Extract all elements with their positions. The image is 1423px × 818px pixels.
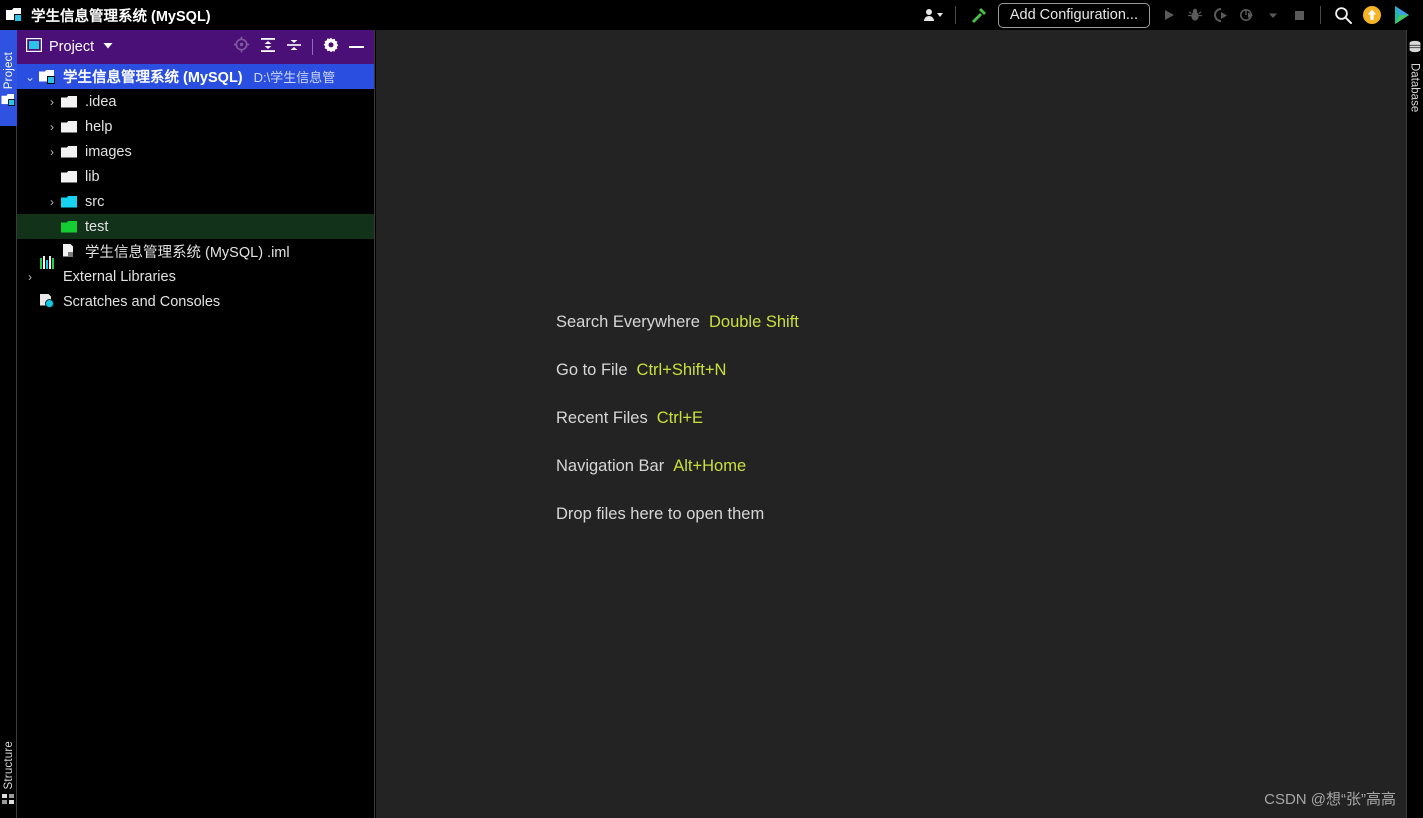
hint-drop-files: Drop files here to open them	[556, 503, 799, 525]
chevron-right-icon[interactable]: ›	[43, 121, 61, 133]
sidebar-item-structure-label: Structure	[2, 740, 15, 790]
collapse-all-icon[interactable]	[286, 37, 302, 58]
tree-row-images[interactable]: › images	[17, 139, 374, 164]
tree-row-label: src	[85, 193, 105, 210]
ide-window: 学生信息管理系统 (MySQL) Add Configuration... Pr…	[0, 0, 1423, 818]
toolbar-separator-2	[1320, 6, 1321, 24]
project-panel-header: Project	[17, 30, 374, 64]
ide-logo-icon[interactable]	[1387, 2, 1417, 28]
search-icon[interactable]	[1329, 2, 1357, 28]
folder-test-green-icon	[61, 219, 79, 235]
run-with-coverage-icon[interactable]	[1208, 2, 1234, 28]
tree-row-label: .idea	[85, 93, 117, 110]
run-play-icon[interactable]	[1156, 2, 1182, 28]
sidebar-item-structure[interactable]: Structure	[0, 730, 17, 818]
main-toolbar: Add Configuration...	[919, 0, 1423, 30]
title-bar: 学生信息管理系统 (MySQL) Add Configuration...	[0, 0, 1423, 30]
tree-row-label: lib	[85, 168, 100, 185]
panel-action-separator	[312, 39, 313, 55]
left-tool-window-strip: Project Structure	[0, 30, 17, 818]
update-arrow-icon[interactable]	[1357, 2, 1387, 28]
tree-row-idea[interactable]: › .idea	[17, 89, 374, 114]
sidebar-item-database-label: Database	[1408, 63, 1421, 113]
project-folder-icon	[6, 7, 24, 23]
chevron-right-icon[interactable]: ›	[43, 196, 61, 208]
tree-row-module-file[interactable]: 学生信息管理系统 (MySQL) .iml	[17, 239, 374, 264]
user-avatar-icon[interactable]	[919, 2, 947, 28]
folder-white-icon	[61, 94, 79, 110]
chevron-right-icon[interactable]: ›	[21, 271, 39, 283]
hammer-icon[interactable]	[964, 2, 992, 28]
folder-white-icon	[61, 169, 79, 185]
folder-white-icon	[61, 144, 79, 160]
hint-action-label: Navigation Bar	[556, 457, 665, 475]
expand-all-icon[interactable]	[260, 37, 276, 58]
structure-icon	[2, 793, 15, 811]
project-tree: ⌄ 学生信息管理系统 (MySQL) D:\学生信息管 › .idea › he…	[17, 64, 374, 314]
project-folder-icon	[39, 69, 57, 85]
tree-row-label: test	[85, 218, 109, 235]
debug-bug-icon[interactable]	[1182, 2, 1208, 28]
tree-row-src[interactable]: › src	[17, 189, 374, 214]
hint-shortcut-label: Ctrl+Shift+N	[636, 361, 727, 379]
hide-minimize-icon[interactable]	[349, 46, 364, 48]
project-view-icon	[25, 37, 43, 57]
tree-row-external-libraries[interactable]: › External Libraries	[17, 255, 374, 289]
folder-white-icon	[61, 119, 79, 135]
title-bar-left: 学生信息管理系统 (MySQL)	[0, 5, 211, 26]
hint-shortcut-label: Alt+Home	[673, 457, 747, 475]
folder-source-cyan-icon	[61, 194, 79, 210]
chevron-right-icon[interactable]: ›	[43, 96, 61, 108]
locate-icon[interactable]	[233, 36, 250, 58]
tree-row-path: D:\学生信息管	[253, 70, 336, 85]
right-tool-window-strip: Database	[1406, 30, 1423, 818]
sidebar-item-project[interactable]: Project	[0, 30, 17, 126]
profiler-icon[interactable]	[1234, 2, 1260, 28]
window-title: 学生信息管理系统 (MySQL)	[31, 8, 211, 25]
tree-row-project-root[interactable]: ⌄ 学生信息管理系统 (MySQL) D:\学生信息管	[17, 64, 374, 89]
hint-action-label: Drop files here to open them	[556, 505, 765, 523]
settings-gear-icon[interactable]	[323, 37, 339, 58]
tree-row-label: 学生信息管理系统 (MySQL)	[63, 70, 243, 86]
project-panel-actions	[233, 36, 364, 58]
tree-row-label: 学生信息管理系统 (MySQL) .iml	[85, 245, 290, 261]
scratches-icon	[39, 293, 57, 310]
hint-action-label: Search Everywhere	[556, 313, 700, 331]
project-tool-window: Project ⌄ 学生信息管理系统 (MySQL) D:\学生信息管 › .i…	[17, 30, 375, 818]
hint-navigation-bar: Navigation Bar Alt+Home	[556, 455, 799, 477]
tree-row-label: images	[85, 143, 132, 160]
hint-shortcut-label: Ctrl+E	[656, 409, 704, 427]
tree-row-label: External Libraries	[63, 268, 176, 285]
tree-row-label: Scratches and Consoles	[63, 293, 221, 310]
hint-recent-files: Recent Files Ctrl+E	[556, 407, 799, 429]
hint-search-everywhere: Search Everywhere Double Shift	[556, 311, 799, 333]
tree-row-scratches[interactable]: Scratches and Consoles	[17, 289, 374, 314]
database-cylinder-icon	[1408, 40, 1422, 59]
sidebar-item-project-label: Project	[2, 51, 15, 90]
external-libraries-icon	[39, 255, 57, 285]
chevron-down-icon[interactable]	[101, 38, 115, 57]
chevron-down-icon[interactable]: ⌄	[21, 71, 39, 83]
hint-action-label: Go to File	[556, 361, 628, 379]
editor-hints: Search Everywhere Double Shift Go to Fil…	[556, 311, 799, 551]
add-configuration-button[interactable]: Add Configuration...	[997, 2, 1150, 28]
project-panel-title: Project	[49, 39, 95, 55]
hint-go-to-file: Go to File Ctrl+Shift+N	[556, 359, 799, 381]
tree-row-help[interactable]: › help	[17, 114, 374, 139]
project-folder-icon	[0, 93, 16, 107]
editor-empty-area: Search Everywhere Double Shift Go to Fil…	[376, 30, 1406, 818]
csdn-watermark: CSDN @想“张”高高	[1264, 791, 1396, 808]
chevron-right-icon[interactable]: ›	[43, 146, 61, 158]
stop-square-icon[interactable]	[1286, 2, 1312, 28]
tree-row-lib[interactable]: lib	[17, 164, 374, 189]
hint-shortcut-label: Double Shift	[708, 313, 799, 331]
hint-action-label: Recent Files	[556, 409, 648, 427]
chevron-down-icon[interactable]	[1260, 2, 1286, 28]
tree-row-test[interactable]: test	[17, 214, 374, 239]
module-iml-icon	[61, 243, 79, 260]
sidebar-item-database[interactable]: Database	[1406, 36, 1423, 136]
tree-row-label: help	[85, 118, 113, 135]
toolbar-separator-1	[954, 6, 956, 24]
